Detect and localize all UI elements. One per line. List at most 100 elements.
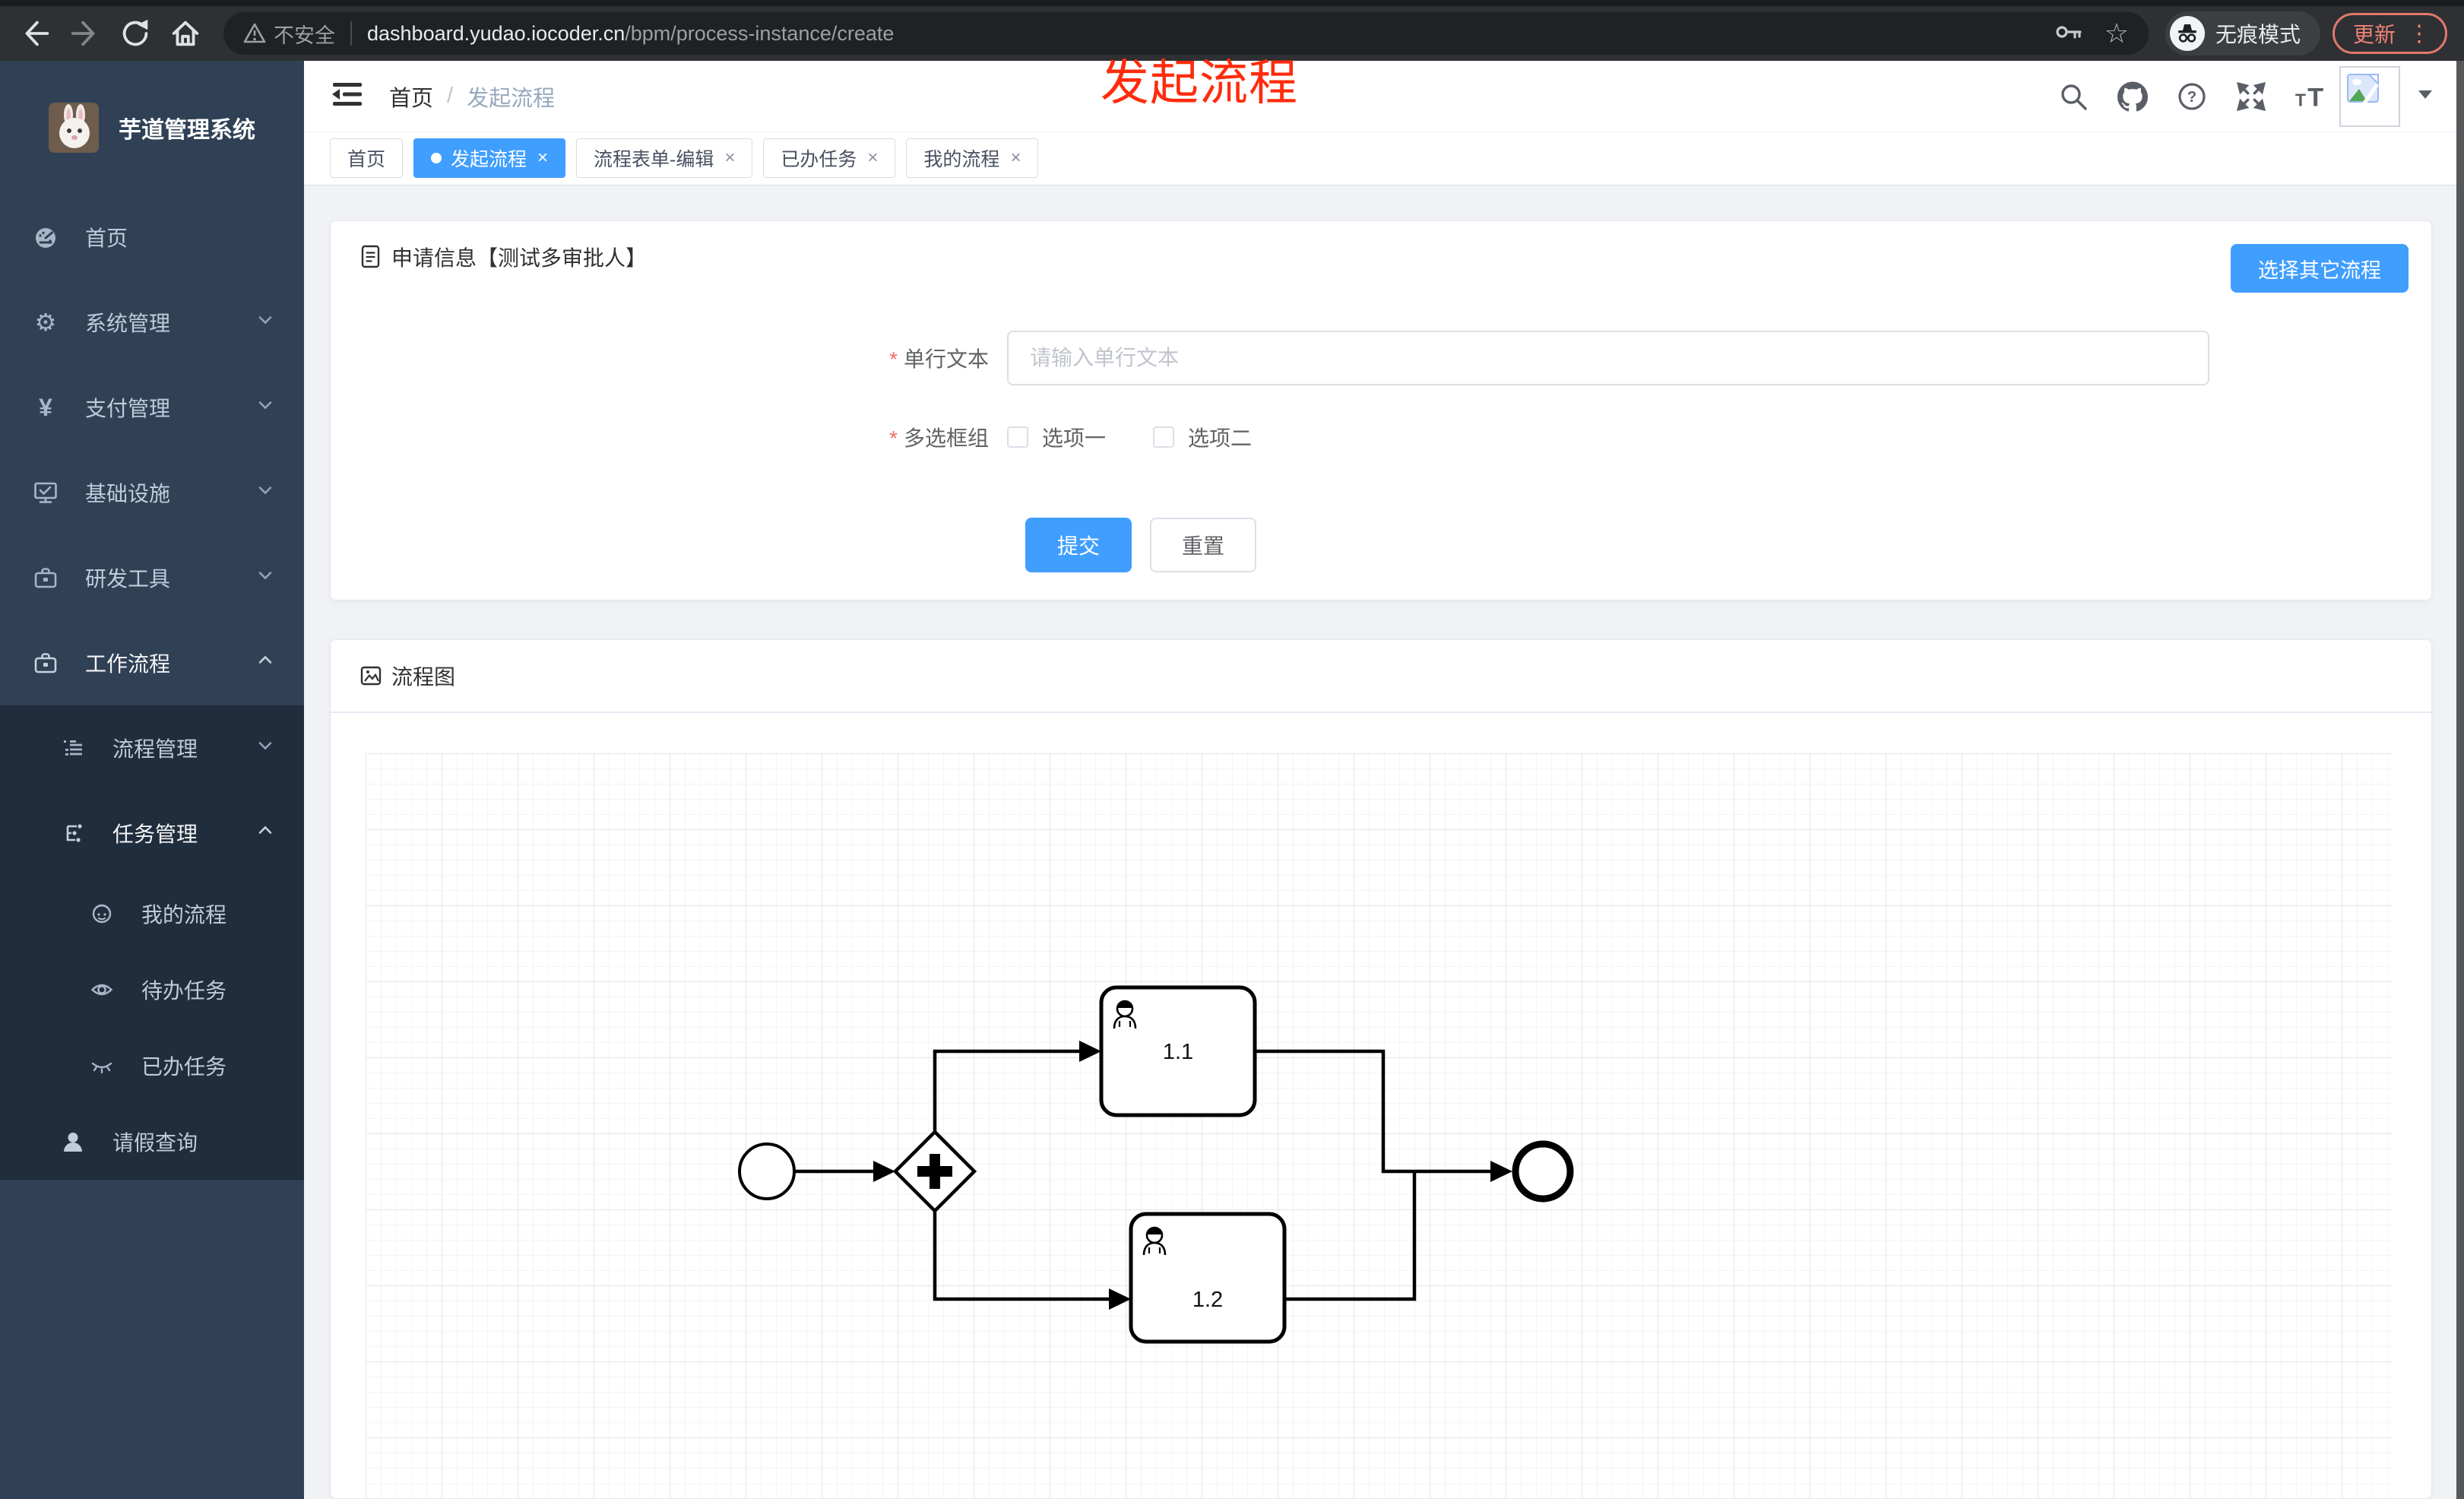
password-key-icon[interactable] (2054, 17, 2085, 51)
breadcrumb-home[interactable]: 首页 (389, 81, 433, 113)
chevron-up-icon (255, 821, 275, 846)
bpmn-diagram: 1.1 1.2 (738, 985, 1574, 1344)
gear-icon: ⚙ (34, 309, 57, 336)
url-text[interactable]: dashboard.yudao.iocoder.cn/bpm/process-i… (367, 22, 894, 46)
single-line-text-input[interactable] (1007, 331, 2209, 385)
security-label: 不安全 (274, 24, 335, 47)
checkbox-group-label: * 多选框组 (889, 426, 989, 450)
eye-icon (88, 978, 116, 1001)
person-face-icon (88, 902, 116, 925)
app-title: 芋道管理系统 (119, 118, 255, 143)
sidebar-item-payment[interactable]: ¥ 支付管理 (0, 365, 304, 450)
submit-button[interactable]: 提交 (1025, 518, 1132, 572)
text-field-label: * 单行文本 (889, 347, 989, 371)
sidebar-item-task-mgmt[interactable]: 任务管理 (0, 791, 304, 876)
tab-home[interactable]: 首页 (330, 138, 404, 178)
chevron-down-icon (255, 736, 275, 761)
workflow-submenu: 流程管理 任务管理 我的流程 待办任务 已办任务 请假查询 (0, 705, 304, 1180)
github-icon[interactable] (2116, 80, 2149, 113)
browser-forward-icon[interactable] (67, 15, 103, 52)
sidebar-collapse-icon[interactable] (330, 79, 365, 113)
eye-closed-icon (88, 1054, 116, 1077)
sidebar-item-done-tasks[interactable]: 已办任务 (0, 1028, 304, 1104)
sidebar-item-my-process[interactable]: 我的流程 (0, 876, 304, 952)
sidebar-item-infra[interactable]: 基础设施 (0, 450, 304, 535)
bpmn-end-event (1512, 1140, 1574, 1203)
breadcrumb-current: 发起流程 (467, 86, 556, 111)
help-icon[interactable]: ? (2175, 80, 2209, 113)
sidebar-item-devtools[interactable]: 研发工具 (0, 535, 304, 620)
sidebar: 芋道管理系统 首页 ⚙ 系统管理 ¥ 支付管理 基础设施 研发工具 工作流程 流… (0, 61, 304, 1499)
chevron-down-icon (255, 566, 275, 591)
incognito-badge: 无痕模式 (2165, 11, 2320, 55)
yen-icon: ¥ (39, 393, 52, 421)
omnibox-divider (350, 21, 352, 46)
annotation-text: 发起流程 (1101, 55, 1298, 110)
bookmark-star-icon[interactable]: ☆ (2105, 20, 2129, 47)
warning-icon (243, 23, 266, 43)
document-icon (361, 245, 380, 268)
monitor-icon (32, 480, 59, 505)
security-warning: 不安全 (243, 19, 335, 49)
svg-text:?: ? (2187, 89, 2196, 106)
image-icon (360, 666, 382, 686)
process-diagram-card: 流程图 1.1 1.2 (330, 639, 2432, 1499)
sidebar-item-leave-query[interactable]: 请假查询 (0, 1104, 304, 1180)
search-icon[interactable] (2057, 80, 2090, 113)
checkbox-icon[interactable] (1007, 426, 1028, 448)
bpmn-user-task-1: 1.1 (1099, 985, 1257, 1117)
reset-button[interactable]: 重置 (1150, 518, 1256, 572)
browser-back-icon[interactable] (17, 15, 53, 52)
browser-home-icon[interactable] (167, 15, 204, 52)
tab-my-process[interactable]: 我的流程 × (906, 138, 1039, 178)
chevron-down-icon[interactable] (2417, 88, 2434, 104)
diagram-header: 流程图 (331, 640, 2431, 713)
page-content: 申请信息【测试多审批人】 选择其它流程 *单行文本 *多选框组 选项一 选项二 (304, 185, 2464, 1499)
browser-update-button[interactable]: 更新 ⋮ (2332, 13, 2447, 54)
fullscreen-icon[interactable] (2234, 80, 2268, 113)
toolbox-icon (32, 566, 59, 590)
tab-done-tasks[interactable]: 已办任务 × (763, 138, 896, 178)
choose-other-process-button[interactable]: 选择其它流程 (2231, 244, 2409, 293)
sidebar-item-system[interactable]: ⚙ 系统管理 (0, 280, 304, 365)
close-icon[interactable]: × (1010, 147, 1021, 169)
svg-text:T: T (2295, 90, 2306, 109)
tree-icon (59, 822, 87, 845)
sidebar-item-home[interactable]: 首页 (0, 195, 304, 280)
sidebar-item-process-mgmt[interactable]: 流程管理 (0, 705, 304, 791)
user-icon (59, 1130, 87, 1153)
font-size-icon[interactable]: TT (2294, 80, 2327, 113)
checkbox-icon[interactable] (1153, 426, 1175, 448)
svg-text:T: T (2307, 83, 2323, 112)
tabstrip: 首页 发起流程 × 流程表单-编辑 × 已办任务 × 我的流程 × (304, 132, 2464, 185)
broken-image-icon (2347, 73, 2380, 105)
close-icon[interactable]: × (537, 147, 548, 169)
chevron-down-icon (255, 395, 275, 420)
close-icon[interactable]: × (867, 147, 878, 169)
chevron-down-icon (255, 310, 275, 335)
sidebar-logo-row[interactable]: 芋道管理系统 (0, 61, 304, 195)
diagram-title: 流程图 (391, 665, 456, 689)
tab-start-process[interactable]: 发起流程 × (413, 138, 566, 178)
tab-form-edit[interactable]: 流程表单-编辑 × (576, 138, 753, 178)
incognito-icon (2169, 16, 2205, 51)
window-edge-strip (2456, 61, 2464, 1499)
bpmn-canvas[interactable]: 1.1 1.2 (366, 753, 2393, 1498)
sidebar-item-workflow[interactable]: 工作流程 (0, 620, 304, 705)
dashboard-icon (32, 225, 59, 249)
text-field-row: * 单行文本 (331, 331, 2431, 385)
briefcase-icon (32, 651, 59, 675)
task-label: 1.1 (1163, 1040, 1193, 1064)
app-logo (49, 103, 99, 153)
apply-info-title: 申请信息【测试多审批人】 (391, 246, 648, 270)
checkbox-option-2[interactable]: 选项二 (1153, 422, 1252, 452)
checkbox-option-1[interactable]: 选项一 (1007, 422, 1106, 452)
apply-info-header: 申请信息【测试多审批人】 (331, 221, 2431, 293)
close-icon[interactable]: × (724, 147, 735, 169)
avatar[interactable] (2339, 65, 2400, 127)
sidebar-item-todo-tasks[interactable]: 待办任务 (0, 952, 304, 1028)
active-tab-dot (431, 153, 442, 163)
browser-menu-dots-icon[interactable]: ⋮ (2408, 21, 2431, 47)
browser-reload-icon[interactable] (117, 15, 154, 52)
chevron-up-icon (255, 651, 275, 676)
